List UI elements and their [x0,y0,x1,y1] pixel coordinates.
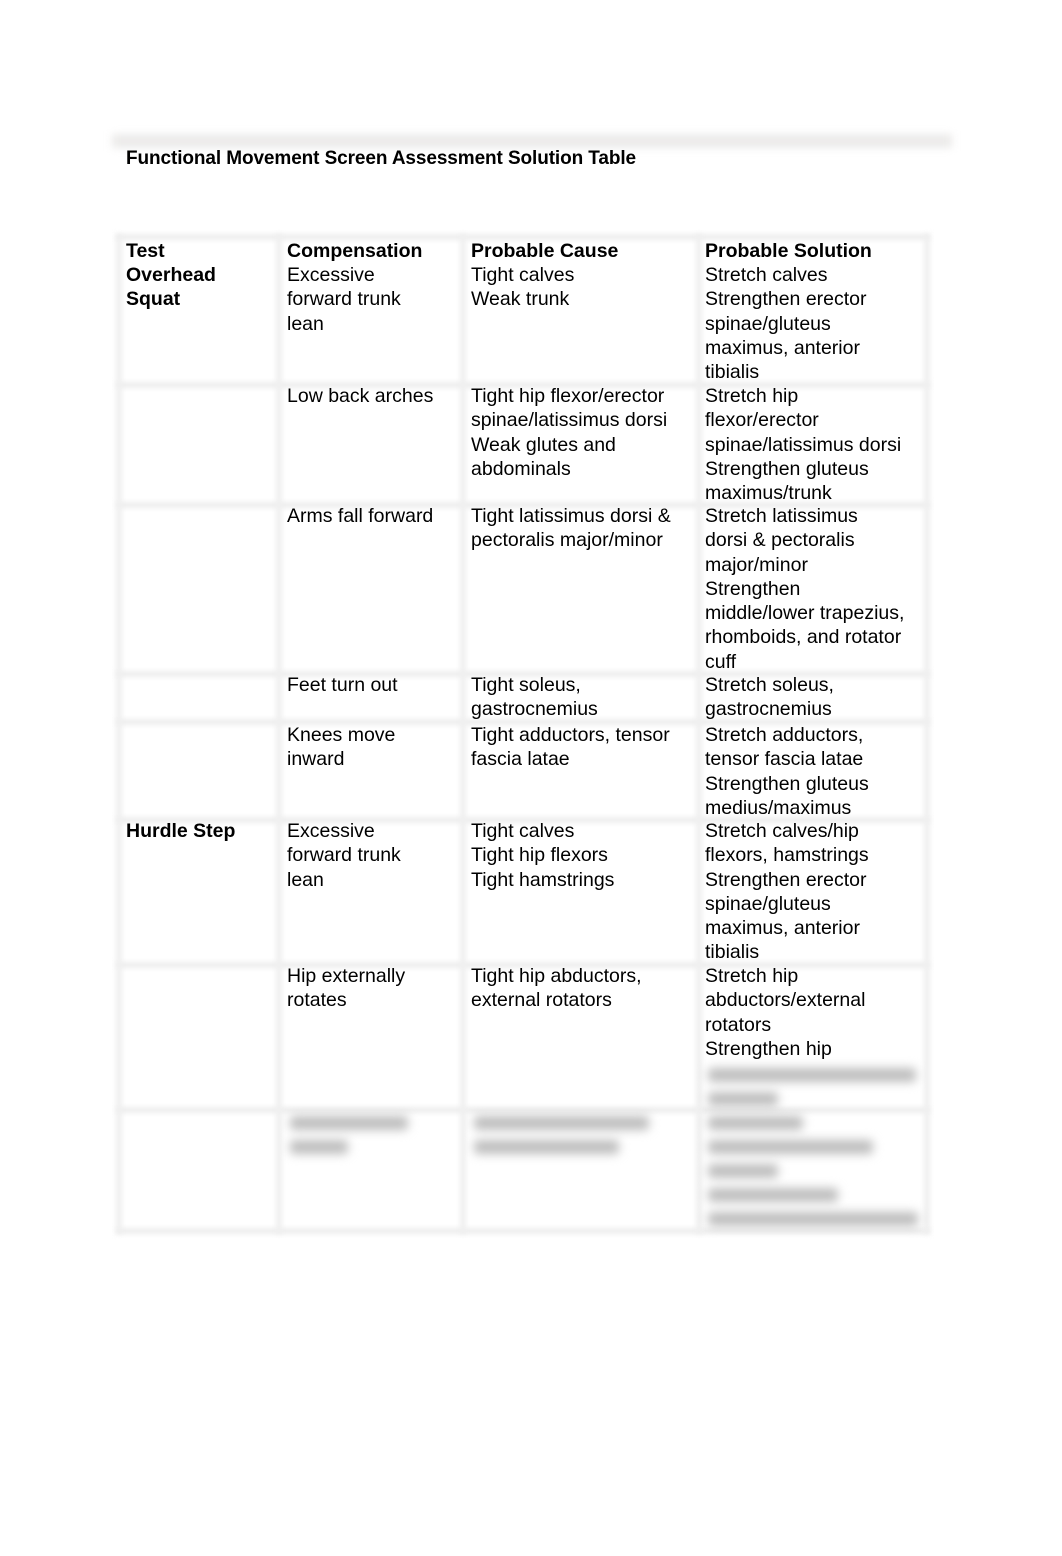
cell-test: Overhead Squat [126,264,216,311]
column-divider [276,234,282,1234]
obscured-text [474,1140,619,1154]
column-divider [460,234,466,1234]
cell-solution: Stretch hip flexor/erector spinae/latiss… [705,385,902,505]
obscured-text [474,1116,649,1130]
cell-cause: Tight hip abductors, external rotators [471,965,642,1012]
header-divider [112,134,952,148]
obscured-text [708,1092,778,1106]
cell-compensation: Arms fall forward [287,505,434,527]
table-border-left [116,234,122,1234]
obscured-text [708,1140,873,1154]
cell-cause: Tight calves Tight hip flexors Tight ham… [471,820,615,891]
column-header-probable-cause: Probable Cause [471,240,619,262]
table-border-bottom [116,1228,930,1234]
cell-compensation: Hip externally rotates [287,965,406,1012]
cell-cause: Tight latissimus dorsi & pectoralis majo… [471,505,671,552]
cell-test: Hurdle Step [126,820,236,842]
cell-solution: Stretch soleus, gastrocnemius [705,674,834,721]
table-border-right [924,234,930,1234]
column-header-test: Test [126,240,165,262]
column-header-probable-solution: Probable Solution [705,240,872,262]
cell-cause: Tight calves Weak trunk [471,264,575,311]
cell-compensation: Feet turn out [287,674,398,696]
cell-solution: Stretch adductors, tensor fascia latae S… [705,724,869,819]
cell-solution: Stretch latissimus dorsi & pectoralis ma… [705,505,905,673]
obscured-text [708,1212,918,1226]
column-header-compensation: Compensation [287,240,423,262]
obscured-text [708,1164,778,1178]
cell-solution: Stretch hip abductors/external rotators … [705,965,866,1060]
row-divider [116,1107,930,1113]
assessment-table: Test Compensation Probable Cause Probabl… [116,234,930,1234]
obscured-text [290,1140,348,1154]
cell-compensation: Excessive forward trunk lean [287,820,401,891]
obscured-text [708,1116,803,1130]
cell-compensation: Excessive forward trunk lean [287,264,401,335]
column-divider [696,234,702,1234]
obscured-text [290,1116,408,1130]
cell-compensation: Low back arches [287,385,434,407]
obscured-text [708,1188,838,1202]
cell-compensation: Knees move inward [287,724,396,771]
cell-cause: Tight hip flexor/erector spinae/latissim… [471,385,668,480]
cell-cause: Tight soleus, gastrocnemius [471,674,598,721]
obscured-text [708,1068,916,1082]
document-title: Functional Movement Screen Assessment So… [126,148,637,169]
cell-solution: Stretch calves Strengthen erector spinae… [705,264,867,384]
cell-solution: Stretch calves/hip flexors, hamstrings S… [705,820,869,964]
cell-cause: Tight adductors, tensor fascia latae [471,724,670,771]
